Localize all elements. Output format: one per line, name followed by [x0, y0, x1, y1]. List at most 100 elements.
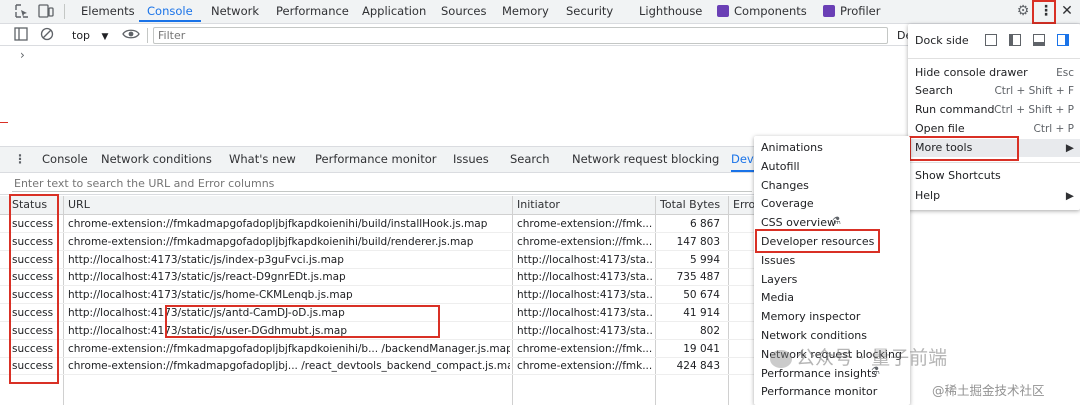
submenu-item-autofill[interactable]: Autofill — [754, 158, 910, 176]
chevron-down-icon: ▼ — [101, 32, 109, 42]
cell-status: success — [12, 289, 54, 302]
context-selector[interactable]: top ▼ — [72, 28, 108, 44]
cell-status: success — [12, 360, 54, 373]
cell-total-bytes: 50 674 — [683, 289, 720, 302]
resources-search-input[interactable] — [12, 176, 752, 192]
undock-icon[interactable] — [985, 34, 997, 46]
table-row[interactable]: success chrome-extension://fmkadmapgofado… — [0, 357, 760, 376]
drawer-tab-issues[interactable]: Issues — [453, 146, 489, 172]
column-header-status[interactable]: Status — [8, 196, 60, 214]
tab-components[interactable]: Components — [734, 0, 807, 22]
cell-url: chrome-extension://fmkadmapgofadopljbj..… — [68, 360, 510, 373]
column-header-total-bytes[interactable]: Total Bytes — [656, 196, 726, 214]
menu-item-run-command[interactable]: Run command Ctrl + Shift + P — [908, 101, 1080, 119]
cell-initiator: chrome-extension://fmk... — [517, 218, 653, 230]
table-row[interactable]: success chrome-extension://fmkadmapgofado… — [0, 215, 760, 233]
drawer-tab-performance-monitor[interactable]: Performance monitor — [315, 146, 437, 172]
table-row[interactable]: success http://localhost:4173/static/js/r… — [0, 268, 760, 287]
drawer-tab-network-request-blocking[interactable]: Network request blocking — [572, 146, 719, 172]
clear-console-icon[interactable] — [40, 27, 54, 46]
cell-url: http://localhost:4173/static/js/user-DGd… — [68, 324, 348, 337]
device-toolbar-icon[interactable] — [38, 4, 54, 23]
menu-item-label: Search — [915, 84, 953, 97]
cell-initiator: chrome-extension://fmk... — [517, 342, 653, 355]
dock-side-label: Dock side — [915, 34, 969, 47]
submenu-arrow-icon: ▶ — [1065, 190, 1074, 202]
toolbar-divider — [64, 4, 65, 19]
tab-console[interactable]: Console — [139, 0, 201, 22]
menu-item-search[interactable]: Search Ctrl + Shift + F — [908, 82, 1080, 100]
tab-sources[interactable]: Sources — [441, 0, 487, 22]
menu-item-label: Open file — [915, 122, 965, 135]
cell-url: chrome-extension://fmkadmapgofadopljbjfk… — [68, 342, 510, 355]
live-expression-eye-icon[interactable] — [122, 27, 140, 46]
tab-memory[interactable]: Memory — [502, 0, 549, 22]
cell-total-bytes: 41 914 — [683, 307, 720, 319]
drawer-tab-network-conditions[interactable]: Network conditions — [101, 146, 212, 172]
console-filter-input[interactable] — [153, 27, 888, 44]
menu-item-show-shortcuts[interactable]: Show Shortcuts — [908, 167, 1080, 185]
submenu-item-layers[interactable]: Layers — [754, 271, 910, 289]
dock-bottom-icon[interactable] — [1033, 34, 1045, 46]
cell-initiator: http://localhost:4173/sta... — [517, 253, 653, 266]
submenu-item-animations[interactable]: Animations — [754, 139, 910, 157]
tab-application[interactable]: Application — [362, 0, 426, 22]
menu-item-shortcut: Esc — [1056, 67, 1074, 79]
menu-item-help[interactable]: Help ▶ — [908, 187, 1080, 205]
cell-total-bytes: 6 867 — [689, 218, 720, 230]
table-row[interactable]: success chrome-extension://fmkadmapgofado… — [0, 233, 760, 251]
submenu-item-issues[interactable]: Issues — [754, 252, 910, 270]
more-options-kebab-icon[interactable]: ⋮ — [1039, 3, 1053, 19]
cell-initiator: http://localhost:4173/sta... — [517, 271, 653, 284]
drawer-tab-developer-resources[interactable]: Dev — [731, 146, 754, 172]
tab-performance[interactable]: Performance — [276, 0, 349, 22]
tab-elements[interactable]: Elements — [81, 0, 135, 22]
submenu-item-media[interactable]: Media — [754, 289, 910, 307]
cell-status: success — [12, 271, 54, 284]
drawer-tab-whats-new[interactable]: What's new — [229, 146, 296, 172]
menu-item-open-file[interactable]: Open file Ctrl + P — [908, 120, 1080, 138]
menu-item-label: Help — [915, 189, 941, 202]
inspect-element-icon[interactable] — [14, 4, 30, 23]
developer-resources-table: Status URL Initiator Total Bytes Erro su… — [0, 196, 760, 405]
submenu-item-memory-inspector[interactable]: Memory inspector — [754, 308, 910, 326]
cell-status: success — [12, 235, 54, 248]
css-overview-lab-icon: ⚗ — [832, 216, 841, 227]
tab-security[interactable]: Security — [566, 0, 613, 22]
page-edge-marker — [0, 122, 8, 123]
table-row[interactable]: success http://localhost:4173/static/js/i… — [0, 251, 760, 269]
dock-right-icon[interactable] — [1057, 34, 1069, 46]
column-header-initiator[interactable]: Initiator — [513, 196, 653, 214]
sidebar-toggle-icon[interactable] — [14, 27, 28, 46]
tab-profiler[interactable]: Profiler — [840, 0, 881, 22]
cell-url: chrome-extension://fmkadmapgofadopljbjfk… — [68, 218, 488, 230]
menu-item-more-tools[interactable]: More tools ▶ — [908, 139, 1080, 157]
cell-status: success — [12, 324, 54, 337]
submenu-item-changes[interactable]: Changes — [754, 177, 910, 195]
cell-total-bytes: 735 487 — [676, 271, 720, 284]
cell-total-bytes: 147 803 — [676, 235, 720, 248]
submenu-item-developer-resources[interactable]: Developer resources — [754, 233, 910, 251]
menu-separator — [908, 162, 1080, 163]
table-body: success chrome-extension://fmkadmapgofado… — [0, 215, 760, 405]
settings-gear-icon[interactable]: ⚙ — [1015, 3, 1031, 19]
menu-item-hide-console-drawer[interactable]: Hide console drawer Esc — [908, 64, 1080, 82]
cell-total-bytes: 19 041 — [683, 342, 720, 355]
submenu-item-performance-monitor[interactable]: Performance monitor — [754, 383, 910, 401]
table-row[interactable]: success http://localhost:4173/static/js/h… — [0, 286, 760, 305]
drawer-tab-console[interactable]: Console — [42, 146, 88, 172]
table-row[interactable]: success chrome-extension://fmkadmapgofado… — [0, 340, 760, 358]
column-header-url[interactable]: URL — [64, 196, 504, 214]
close-devtools-icon[interactable]: ✕ — [1060, 3, 1074, 19]
tab-lighthouse[interactable]: Lighthouse — [639, 0, 702, 22]
table-row[interactable]: success http://localhost:4173/static/js/u… — [0, 322, 760, 340]
table-row[interactable]: success http://localhost:4173/static/js/a… — [0, 304, 760, 322]
drawer-tab-search[interactable]: Search — [510, 146, 550, 172]
dock-left-icon[interactable] — [1009, 34, 1021, 46]
console-prompt-icon: › — [20, 48, 25, 62]
menu-item-label: Run command — [915, 103, 995, 116]
menu-separator — [908, 58, 1080, 59]
submenu-arrow-icon: ▶ — [1065, 142, 1074, 154]
tab-network[interactable]: Network — [211, 0, 259, 22]
submenu-item-coverage[interactable]: Coverage — [754, 195, 910, 213]
